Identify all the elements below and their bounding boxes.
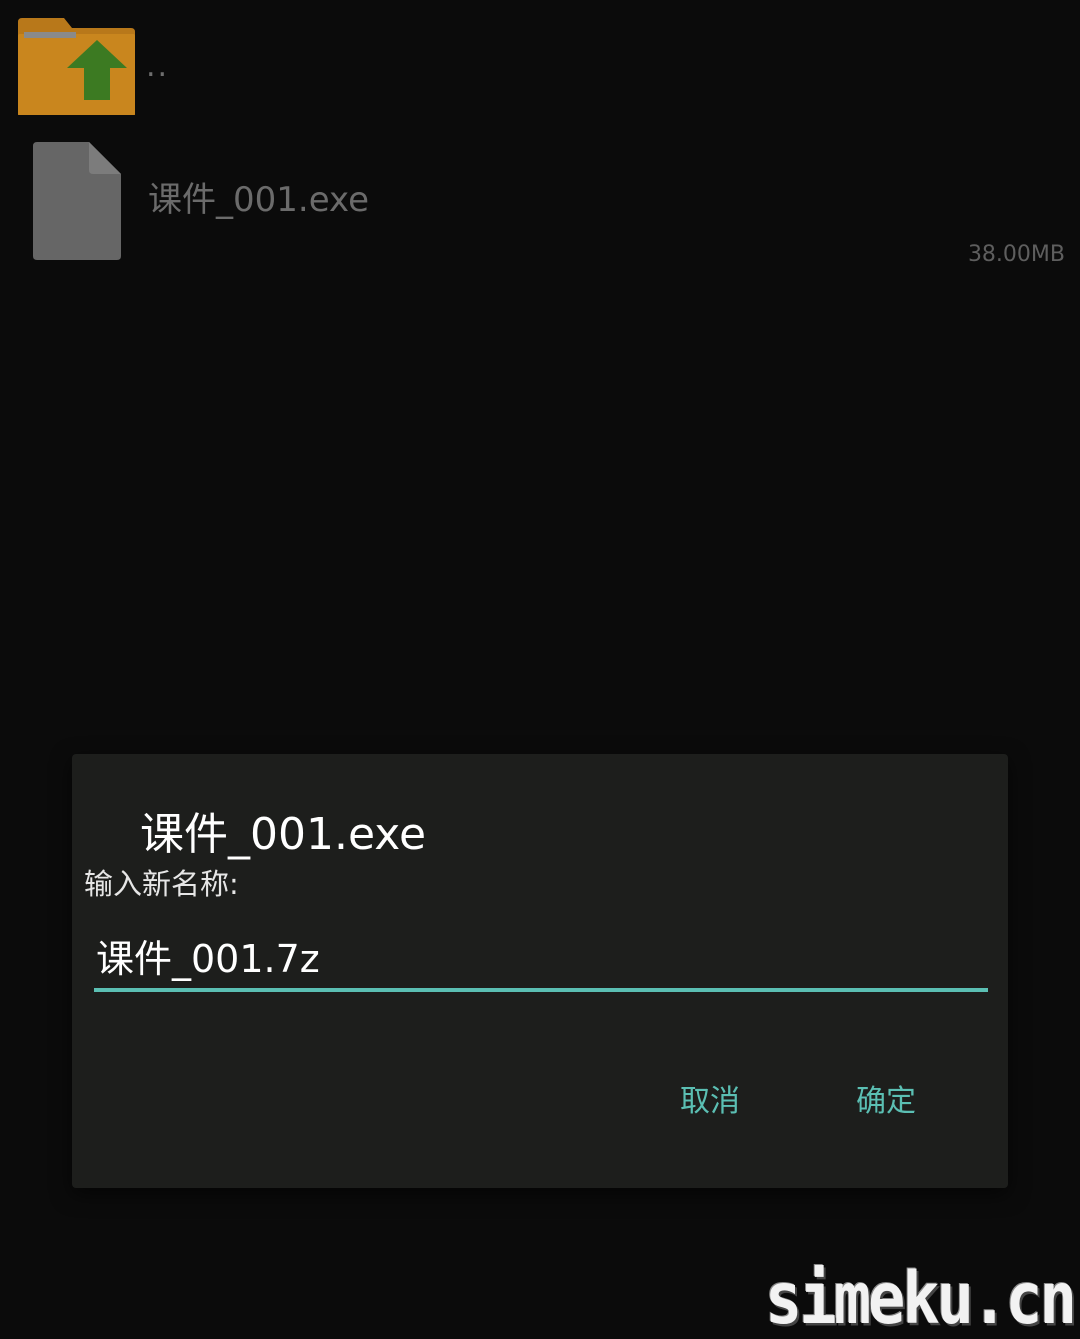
parent-directory-label: ..	[146, 49, 170, 84]
dialog-title: 课件_001.exe	[140, 809, 427, 860]
file-size: 38.00MB	[967, 242, 1065, 267]
list-item[interactable]: 课件_001.exe 38.00MB	[0, 132, 1080, 282]
file-icon	[33, 142, 121, 260]
folder-up-icon	[18, 18, 135, 115]
confirm-button[interactable]: 确定	[856, 1082, 916, 1122]
file-name: 课件_001.exe	[148, 180, 370, 220]
watermark: simeku.cn	[765, 1256, 1077, 1339]
cancel-button[interactable]: 取消	[680, 1082, 740, 1122]
new-name-input[interactable]	[94, 926, 988, 992]
parent-directory-row[interactable]: ..	[0, 0, 1080, 128]
file-list: .. 课件_001.exe 38.00MB	[0, 0, 1080, 300]
file-manager-screen: .. 课件_001.exe 38.00MB 课件_001.exe 输入新名称: …	[0, 0, 1080, 1339]
rename-prompt-label: 输入新名称:	[84, 867, 239, 901]
rename-dialog: 课件_001.exe 输入新名称: 取消 确定	[72, 754, 1008, 1188]
